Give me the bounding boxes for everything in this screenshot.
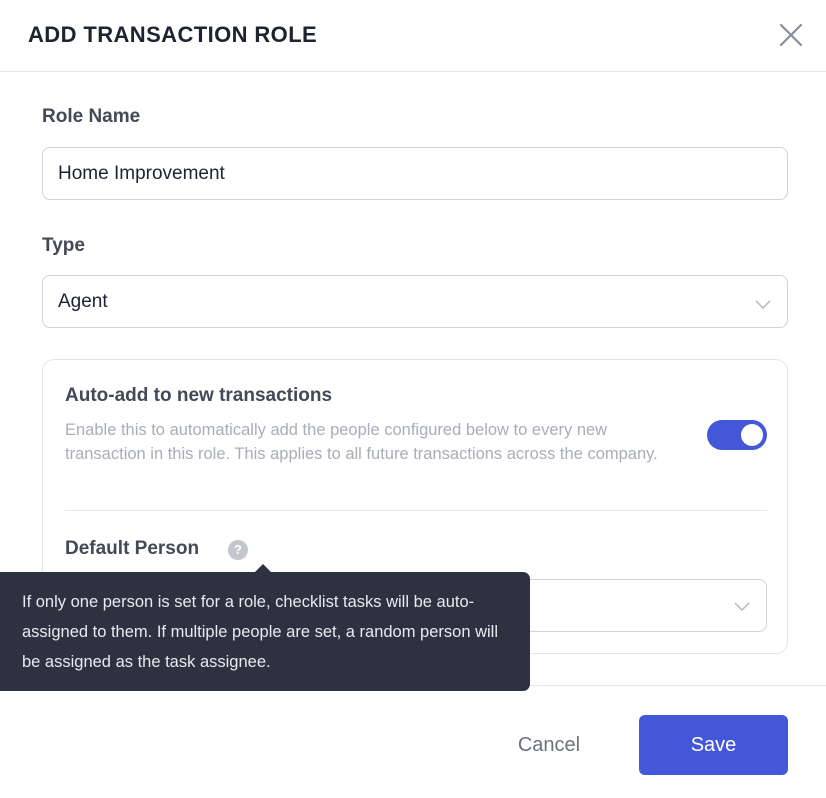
modal-footer: Cancel Save [0, 685, 826, 798]
cancel-button[interactable]: Cancel [490, 716, 608, 774]
modal-title: ADD TRANSACTION ROLE [28, 22, 318, 47]
auto-add-toggle[interactable] [707, 420, 767, 450]
chevron-down-icon [734, 599, 750, 613]
default-person-label: Default Person [65, 538, 200, 559]
chevron-down-icon [755, 295, 771, 310]
type-value: Agent [58, 290, 108, 312]
type-label: Type [42, 235, 85, 256]
role-name-input[interactable]: Home Improvement [42, 147, 788, 200]
card-divider [65, 510, 767, 511]
type-select[interactable]: Agent [42, 275, 788, 328]
auto-add-title: Auto-add to new transactions [65, 385, 333, 406]
save-button[interactable]: Save [639, 715, 788, 775]
help-icon[interactable]: ? [228, 540, 248, 560]
role-name-label: Role Name [42, 106, 141, 127]
toggle-knob [741, 424, 763, 446]
modal-header: ADD TRANSACTION ROLE [0, 0, 826, 72]
close-icon[interactable] [778, 22, 804, 48]
role-name-value: Home Improvement [58, 162, 225, 184]
help-tooltip: If only one person is set for a role, ch… [0, 572, 530, 691]
add-transaction-role-modal: ADD TRANSACTION ROLE Role Name Home Impr… [0, 0, 826, 798]
auto-add-description: Enable this to automatically add the peo… [65, 421, 658, 463]
